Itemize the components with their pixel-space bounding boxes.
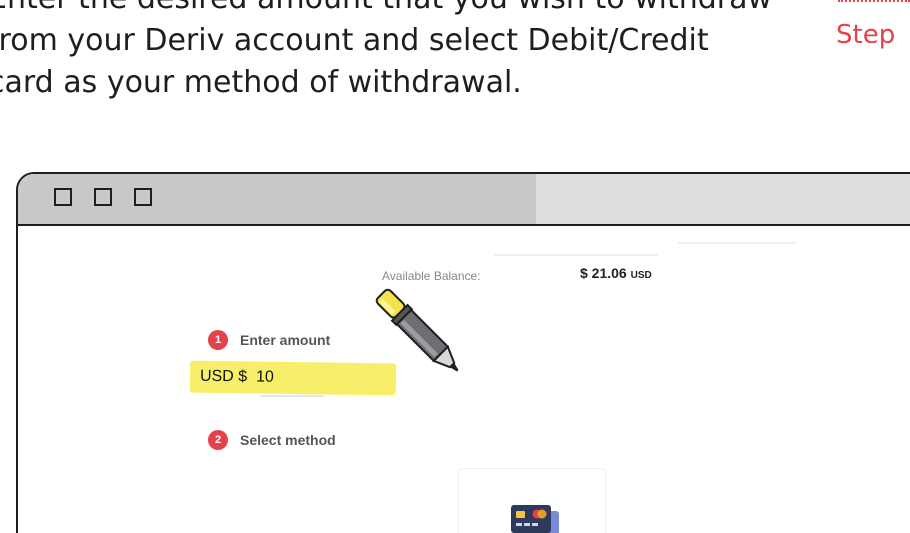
placeholder-line bbox=[678, 242, 796, 244]
window-control-3[interactable] bbox=[134, 188, 152, 206]
window-control-2[interactable] bbox=[94, 188, 112, 206]
step-label-enter-amount: Enter amount bbox=[240, 332, 331, 348]
payment-method-card[interactable] bbox=[458, 468, 606, 533]
step-connector bbox=[838, 0, 910, 8]
titlebar-left bbox=[18, 174, 536, 224]
step-label-select-method: Select method bbox=[240, 432, 336, 448]
balance-label: Available Balance: bbox=[382, 269, 481, 283]
step-enter-amount: 1 Enter amount bbox=[208, 330, 330, 350]
balance-amount: $ 21.06 bbox=[580, 265, 627, 281]
titlebar-divider bbox=[18, 224, 910, 226]
balance-currency: USD bbox=[630, 270, 652, 281]
instruction-text: Enter the desired amount that you wish t… bbox=[0, 0, 772, 100]
amount-input-underline bbox=[260, 395, 324, 397]
step-select-method: 2 Select method bbox=[208, 430, 336, 450]
placeholder-line bbox=[494, 254, 658, 256]
highlighter-pen-icon bbox=[375, 288, 459, 372]
step-label: Step bbox=[836, 20, 896, 50]
amount-input-value: USD $ 10 bbox=[199, 367, 274, 386]
window-titlebar bbox=[18, 174, 910, 224]
credit-card-icon bbox=[511, 505, 559, 533]
titlebar-right bbox=[536, 174, 910, 224]
balance-value: $ 21.06 USD bbox=[580, 265, 652, 281]
window-control-1[interactable] bbox=[54, 188, 72, 206]
step-number-badge: 2 bbox=[208, 430, 228, 450]
step-number-badge: 1 bbox=[208, 330, 228, 350]
browser-window: Available Balance: $ 21.06 USD 1 Enter a… bbox=[16, 172, 910, 533]
